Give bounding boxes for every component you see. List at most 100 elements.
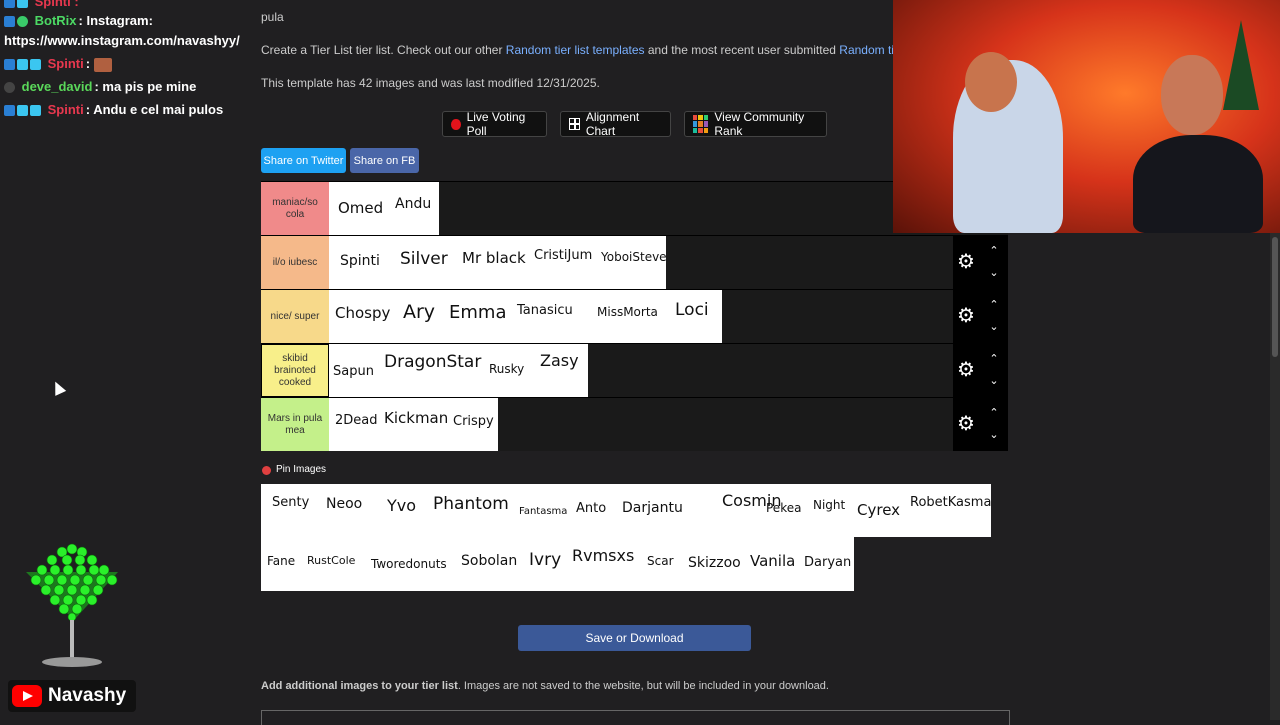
gear-icon[interactable]: ⚙ [957, 252, 977, 272]
record-icon [451, 118, 461, 130]
chevron-up-icon[interactable]: ⌃ [989, 246, 999, 257]
grid-icon [569, 118, 580, 130]
pool-item[interactable]: Senty [272, 495, 309, 510]
chevron-down-icon[interactable]: ⌄ [989, 430, 999, 441]
tier-item[interactable]: Ary [403, 301, 435, 323]
tier-items: Spinti Silver Mr black CristiJum YoboiSt… [329, 236, 667, 289]
pool-item[interactable]: Vanila [750, 552, 795, 570]
tier-label[interactable]: nice/ super [261, 290, 329, 343]
tier-item[interactable]: Silver [400, 249, 448, 269]
tier-item[interactable]: Zasy [540, 351, 579, 370]
chat-message: https://www.instagram.com/navashyy/ [4, 33, 240, 48]
pool-item[interactable]: Anto [576, 501, 606, 516]
pool-item[interactable]: Daryan [804, 555, 851, 570]
tier-row: skibid brainoted cooked Sapun DragonStar… [261, 343, 1008, 397]
tier-item[interactable]: Spinti [340, 253, 380, 269]
tier-item[interactable]: DragonStar [384, 352, 481, 372]
page-scrollbar[interactable] [1270, 233, 1280, 720]
tier-item[interactable]: Rusky [489, 362, 524, 376]
save-download-button[interactable]: Save or Download [518, 625, 751, 651]
gear-icon[interactable]: ⚙ [957, 306, 977, 326]
tier-item[interactable]: Omed [338, 199, 383, 217]
tier-label[interactable]: maniac/so cola [261, 182, 329, 235]
tier-items: 2Dead Kickman Crispy [329, 398, 498, 451]
upload-area[interactable] [261, 710, 1010, 725]
pool-item[interactable]: Darjantu [622, 500, 683, 516]
random-templates-link[interactable]: Random tier list templates [506, 43, 645, 57]
chat-message: : Instagram: [78, 13, 153, 28]
tier-items: Omed Andu [329, 182, 439, 235]
tier-item[interactable]: Andu [395, 196, 431, 212]
webcam-overlay [893, 0, 1280, 233]
share-fb-button[interactable]: Share on FB [350, 148, 419, 173]
badge-icon [4, 16, 15, 28]
tier-label[interactable]: skibid brainoted cooked [261, 344, 329, 397]
intro-text: Create a Tier List tier list. Check out … [261, 43, 929, 57]
chevron-down-icon[interactable]: ⌄ [989, 268, 999, 279]
template-info: This template has 42 images and was last… [261, 76, 600, 90]
gear-icon[interactable]: ⚙ [957, 414, 977, 434]
tier-item[interactable]: Tanasicu [517, 303, 573, 318]
tier-item[interactable]: 2Dead [335, 413, 378, 428]
pool-item[interactable]: Phantom [433, 494, 509, 514]
top-text: pula [261, 10, 284, 24]
pool-item[interactable]: Rvmsxs [572, 546, 634, 565]
add-images-text: Add additional images to your tier list.… [261, 680, 829, 692]
pool-item[interactable]: Fantasma [519, 506, 567, 517]
pool-item[interactable]: Ivry [529, 550, 561, 570]
pool-item[interactable]: Fane [267, 554, 295, 568]
pool-item[interactable]: Sobolan [461, 553, 517, 569]
alignment-chart-button[interactable]: Alignment Chart [560, 110, 671, 138]
chevron-up-icon[interactable]: ⌃ [989, 408, 999, 419]
person-right [1133, 135, 1263, 233]
share-twitter-button[interactable]: Share on Twitter [261, 148, 346, 173]
pool-item[interactable]: Pekea [766, 501, 801, 515]
pool-item[interactable]: RustCole [307, 554, 355, 567]
pool-item[interactable]: Scar [647, 554, 674, 568]
chat-line: BotRix: Instagram: [4, 13, 153, 28]
live-voting-poll-button[interactable]: Live Voting Poll [442, 110, 547, 138]
chevron-up-icon[interactable]: ⌃ [989, 354, 999, 365]
pool-row: Senty Neoo Yvo Phantom Fantasma Anto Dar… [261, 484, 991, 537]
tier-item[interactable]: CristiJum [534, 248, 592, 263]
cocktail-glass-icon [26, 543, 118, 667]
tier-item[interactable]: Crispy [453, 414, 494, 429]
tier-item[interactable]: Chospy [335, 304, 390, 322]
tier-item[interactable]: MissMorta [597, 305, 658, 319]
emote-icon [93, 57, 112, 72]
chat-message: : [85, 56, 91, 71]
tier-controls: ⚙ ⌃ ⌄ [953, 398, 1008, 451]
tier-controls: ⚙ ⌃ ⌄ [953, 290, 1008, 343]
pool-item[interactable]: Neoo [326, 496, 362, 512]
chevron-up-icon[interactable]: ⌃ [989, 300, 999, 311]
tier-item[interactable]: Sapun [333, 364, 374, 379]
chat-line: Spinti: Andu e cel mai pulos [4, 102, 223, 117]
chevron-down-icon[interactable]: ⌄ [989, 376, 999, 387]
tier-item[interactable]: Mr black [462, 249, 526, 267]
community-rank-button[interactable]: View Community Rank [684, 110, 827, 138]
verified-icon [17, 16, 28, 28]
pool-row: Fane RustCole Tworedonuts Sobolan Ivry R… [261, 537, 854, 591]
scrollbar-thumb[interactable] [1272, 237, 1278, 357]
chat-message: : Andu e cel mai pulos [85, 102, 224, 117]
pool-item[interactable]: Tworedonuts [371, 557, 447, 571]
tier-row: Mars in pula mea 2Dead Kickman Crispy ⚙ … [261, 397, 1008, 451]
pool-item[interactable]: Skizzoo [688, 555, 741, 571]
tier-item[interactable]: Loci [675, 300, 709, 320]
pin-images-toggle[interactable]: Pin Images [276, 464, 326, 475]
gear-icon[interactable]: ⚙ [957, 360, 977, 380]
chat-username: Spinti [47, 56, 84, 71]
pool-item[interactable]: Cyrex [857, 501, 900, 519]
tier-row: nice/ super Chospy Ary Emma Tanasicu Mis… [261, 289, 1008, 343]
mosaic-icon [693, 115, 709, 133]
tier-item[interactable]: Kickman [384, 409, 448, 427]
tier-item[interactable]: YoboiSteve [601, 250, 667, 264]
youtube-channel-badge: Navashy [8, 680, 137, 712]
pool-item[interactable]: Night [813, 498, 845, 512]
tier-label[interactable]: Mars in pula mea [261, 398, 329, 451]
tier-label[interactable]: il/o iubesc [261, 236, 329, 289]
pool-item[interactable]: RobetKasma [910, 495, 991, 510]
pool-item[interactable]: Yvo [387, 496, 416, 515]
chevron-down-icon[interactable]: ⌄ [989, 322, 999, 333]
tier-item[interactable]: Emma [449, 302, 506, 323]
